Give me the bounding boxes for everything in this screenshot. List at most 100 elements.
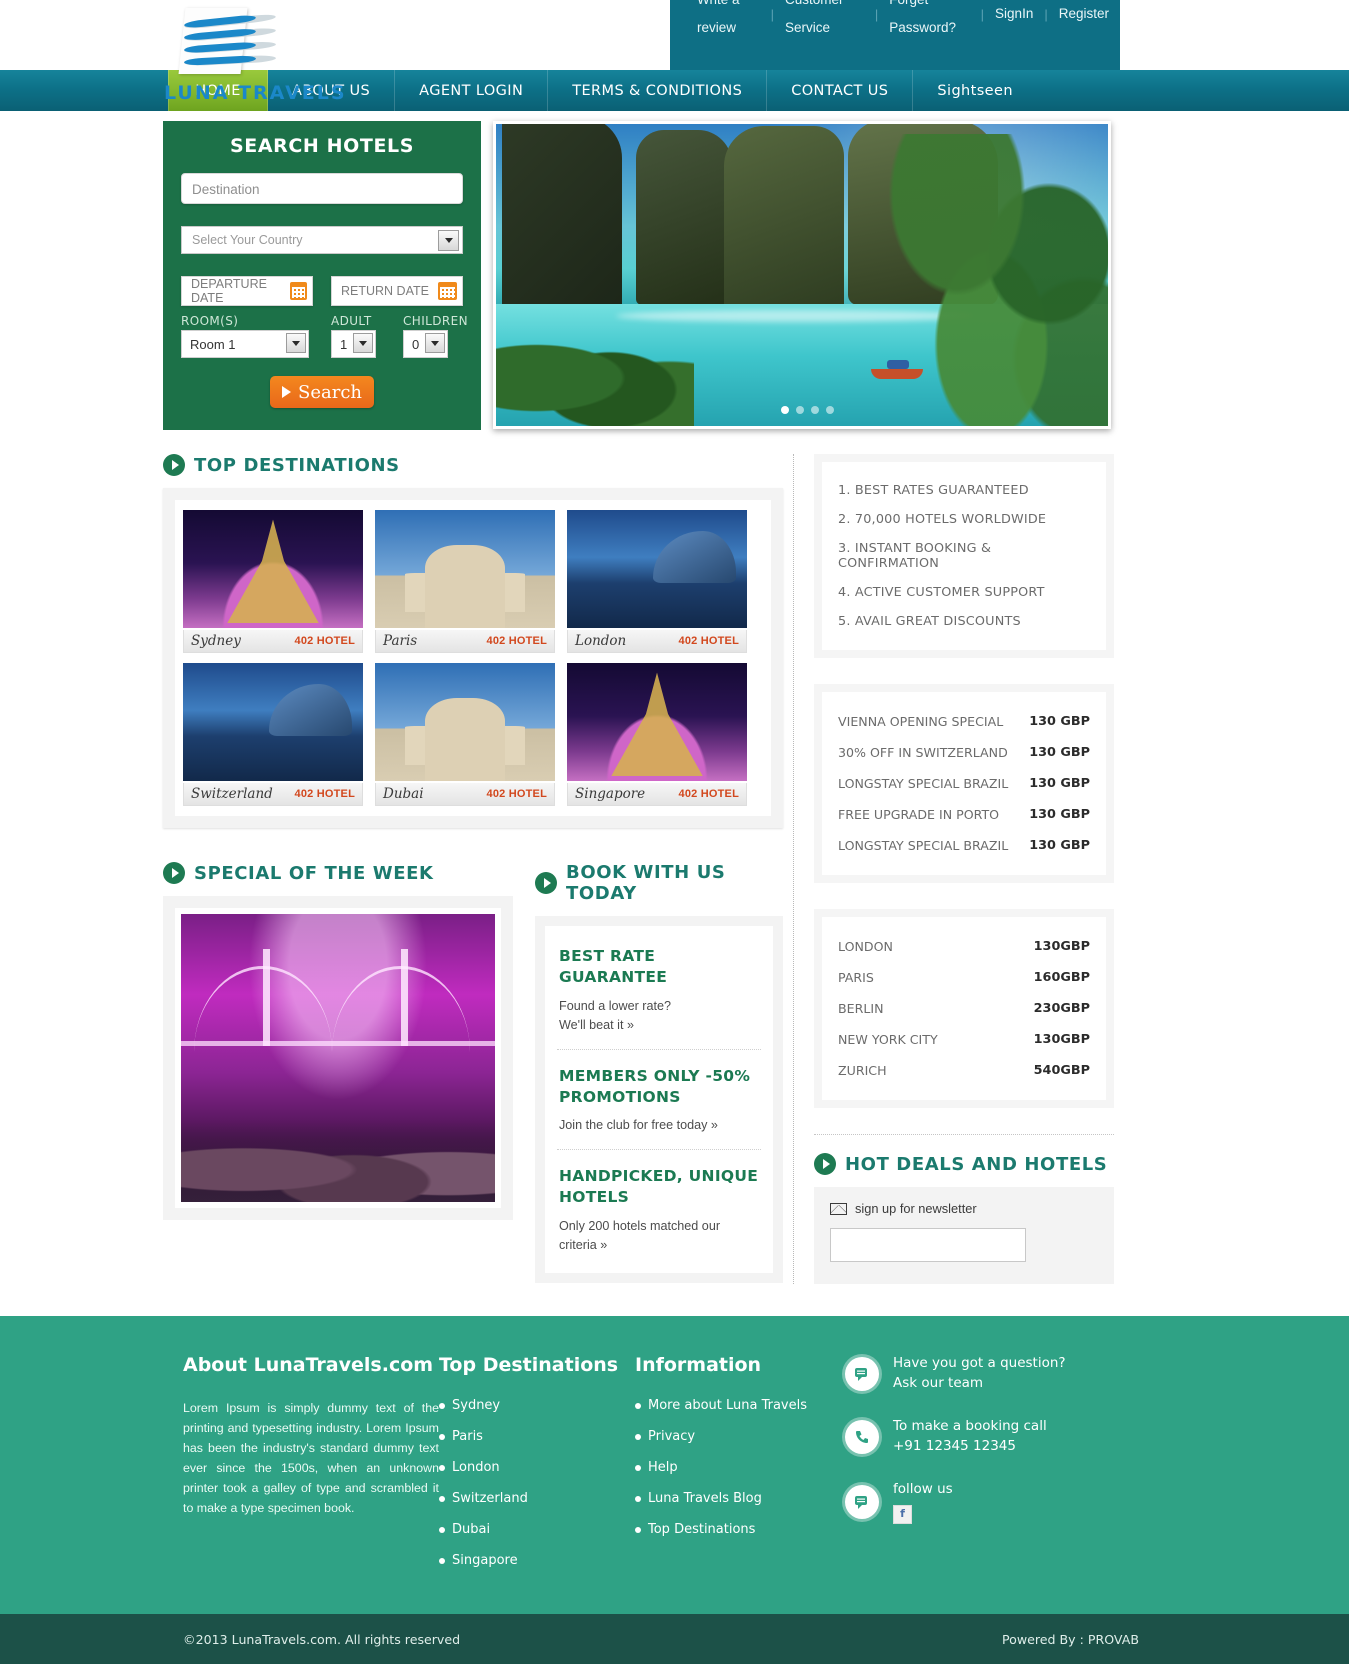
cliff-shape [724, 126, 844, 321]
bullet-icon [439, 1495, 445, 1502]
book-item[interactable]: BEST RATE GUARANTEE Found a lower rate? … [557, 930, 761, 1050]
link-forget-password[interactable]: Forget Password? [878, 0, 980, 42]
calendar-icon[interactable] [290, 282, 307, 300]
footer-information: Information More about Luna Travels Priv… [635, 1354, 845, 1584]
arrow-circle-icon [163, 454, 185, 476]
destination-thumbnail [567, 663, 747, 781]
hero-banner-image [493, 121, 1111, 429]
chevron-down-icon[interactable] [286, 333, 306, 353]
destination-card[interactable]: Dubai 402 HOTEL [375, 663, 555, 806]
destination-card[interactable]: Paris 402 HOTEL [375, 510, 555, 653]
carousel-dot[interactable] [796, 406, 804, 414]
rooms-select[interactable]: Room 1 [181, 330, 309, 358]
link-signin[interactable]: SignIn [984, 0, 1044, 28]
search-button[interactable]: Search [270, 376, 374, 408]
footer-information-link[interactable]: Privacy [635, 1429, 845, 1444]
top-destinations-title: TOP DESTINATIONS [194, 454, 400, 476]
destination-card[interactable]: Switzerland 402 HOTEL [183, 663, 363, 806]
offer-row[interactable]: VIENNA OPENING SPECIAL 130 GBP [838, 706, 1090, 737]
carousel-dot[interactable] [781, 406, 789, 414]
carousel-dot[interactable] [826, 406, 834, 414]
offer-row[interactable]: 30% OFF IN SWITZERLAND 130 GBP [838, 737, 1090, 768]
header-top: Write a review | Customer Service | Forg… [0, 0, 1349, 104]
search-button-label: Search [298, 381, 362, 403]
return-date-input[interactable]: RETURN DATE [331, 276, 463, 306]
occupancy-row: Room 1 1 0 [181, 330, 463, 358]
city-price-row[interactable]: ZURICH 540GBP [838, 1055, 1090, 1086]
footer-contact-row: Have you got a question? Ask our team [845, 1354, 1125, 1393]
arrow-circle-icon [814, 1153, 836, 1175]
city-price-row[interactable]: LONDON 130GBP [838, 931, 1090, 962]
occupancy-labels: ROOM(S) ADULT CHILDREN [181, 314, 468, 328]
city-price-row[interactable]: NEW YORK CITY 130GBP [838, 1024, 1090, 1055]
special-title: SPECIAL OF THE WEEK [194, 862, 434, 884]
envelope-icon [830, 1202, 847, 1215]
departure-date-input[interactable]: DEPARTURE DATE [181, 276, 313, 306]
link-customer-service[interactable]: Customer Service [774, 0, 875, 42]
chevron-down-icon[interactable] [353, 333, 373, 353]
newsletter-input[interactable] [830, 1228, 1026, 1262]
arrow-circle-icon [163, 862, 185, 884]
link-register[interactable]: Register [1048, 0, 1120, 28]
footer-link-label: London [452, 1460, 500, 1475]
nav-item-agent-login[interactable]: AGENT LOGIN [395, 70, 549, 111]
destination-caption: Singapore 402 HOTEL [567, 783, 747, 806]
footer-information-link[interactable]: More about Luna Travels [635, 1398, 845, 1413]
chevron-down-icon[interactable] [438, 230, 459, 251]
book-item[interactable]: MEMBERS ONLY -50% PROMOTIONS Join the cl… [557, 1050, 761, 1151]
offer-row[interactable]: LONGSTAY SPECIAL BRAZIL 130 GBP [838, 768, 1090, 799]
top-destinations-box: Sydney 402 HOTEL Paris 402 HOTEL London … [163, 488, 783, 828]
bullet-icon [635, 1464, 641, 1471]
children-select-value: 0 [412, 336, 420, 352]
site-logo[interactable]: LUNA TRAVELS [164, 6, 348, 106]
special-image[interactable] [175, 908, 501, 1208]
city-price-row[interactable]: BERLIN 230GBP [838, 993, 1090, 1024]
book-item[interactable]: HANDPICKED, UNIQUE HOTELS Only 200 hotel… [557, 1150, 761, 1269]
offer-row[interactable]: FREE UPGRADE IN PORTO 130 GBP [838, 799, 1090, 830]
footer-destination-link[interactable]: London [439, 1460, 635, 1475]
right-sidebar: 1. BEST RATES GUARANTEED 2. 70,000 HOTEL… [814, 454, 1114, 1284]
footer-destination-link[interactable]: Singapore [439, 1553, 635, 1568]
footer-information-title: Information [635, 1354, 762, 1376]
destination-name: Paris [383, 633, 418, 649]
chevron-down-icon[interactable] [425, 333, 445, 353]
benefits-inner: 1. BEST RATES GUARANTEED 2. 70,000 HOTEL… [822, 462, 1106, 650]
footer-information-link[interactable]: Help [635, 1460, 845, 1475]
book-with-us-inner: BEST RATE GUARANTEE Found a lower rate? … [545, 926, 773, 1273]
footer-destination-link[interactable]: Sydney [439, 1398, 635, 1413]
carousel-dot[interactable] [811, 406, 819, 414]
footer-information-link[interactable]: Top Destinations [635, 1522, 845, 1537]
destination-name: London [575, 633, 627, 649]
chat-icon [845, 1485, 879, 1520]
destination-hotel-count: 402 HOTEL [294, 635, 355, 647]
book-with-us-header: BOOK WITH US TODAY [535, 862, 783, 904]
children-select[interactable]: 0 [403, 330, 448, 358]
destination-input[interactable]: Destination [181, 173, 463, 204]
footer-destination-link[interactable]: Dubai [439, 1522, 635, 1537]
book-item-body: Found a lower rate? We'll beat it » [559, 998, 672, 1032]
facebook-icon[interactable]: f [893, 1504, 912, 1524]
carousel-dots[interactable] [781, 406, 834, 414]
footer-social-text: follow us f [893, 1480, 953, 1524]
country-select[interactable]: Select Your Country [181, 226, 463, 254]
nav-item-terms-conditions[interactable]: TERMS & CONDITIONS [548, 70, 768, 111]
footer-destination-link[interactable]: Paris [439, 1429, 635, 1444]
destination-card[interactable]: Sydney 402 HOTEL [183, 510, 363, 653]
calendar-icon[interactable] [438, 282, 457, 300]
nav-item-sightseen[interactable]: Sightseen [913, 70, 1037, 111]
adult-select[interactable]: 1 [331, 330, 376, 358]
return-date-label: RETURN DATE [341, 284, 429, 298]
city-price: 230GBP [1033, 1001, 1090, 1016]
nav-item-contact-us[interactable]: CONTACT US [767, 70, 914, 111]
city-price-row[interactable]: PARIS 160GBP [838, 962, 1090, 993]
children-label: CHILDREN [403, 314, 468, 328]
offer-row[interactable]: LONGSTAY SPECIAL BRAZIL 130 GBP [838, 830, 1090, 861]
footer-contact-line1: Have you got a question? [893, 1355, 1066, 1371]
destination-card[interactable]: Singapore 402 HOTEL [567, 663, 747, 806]
destination-card[interactable]: London 402 HOTEL [567, 510, 747, 653]
special-header: SPECIAL OF THE WEEK [163, 862, 513, 884]
city-prices-box: LONDON 130GBP PARIS 160GBP BERLIN 230GBP… [814, 909, 1114, 1108]
link-write-a-review[interactable]: Write a review [686, 0, 771, 42]
footer-information-link[interactable]: Luna Travels Blog [635, 1491, 845, 1506]
footer-destination-link[interactable]: Switzerland [439, 1491, 635, 1506]
